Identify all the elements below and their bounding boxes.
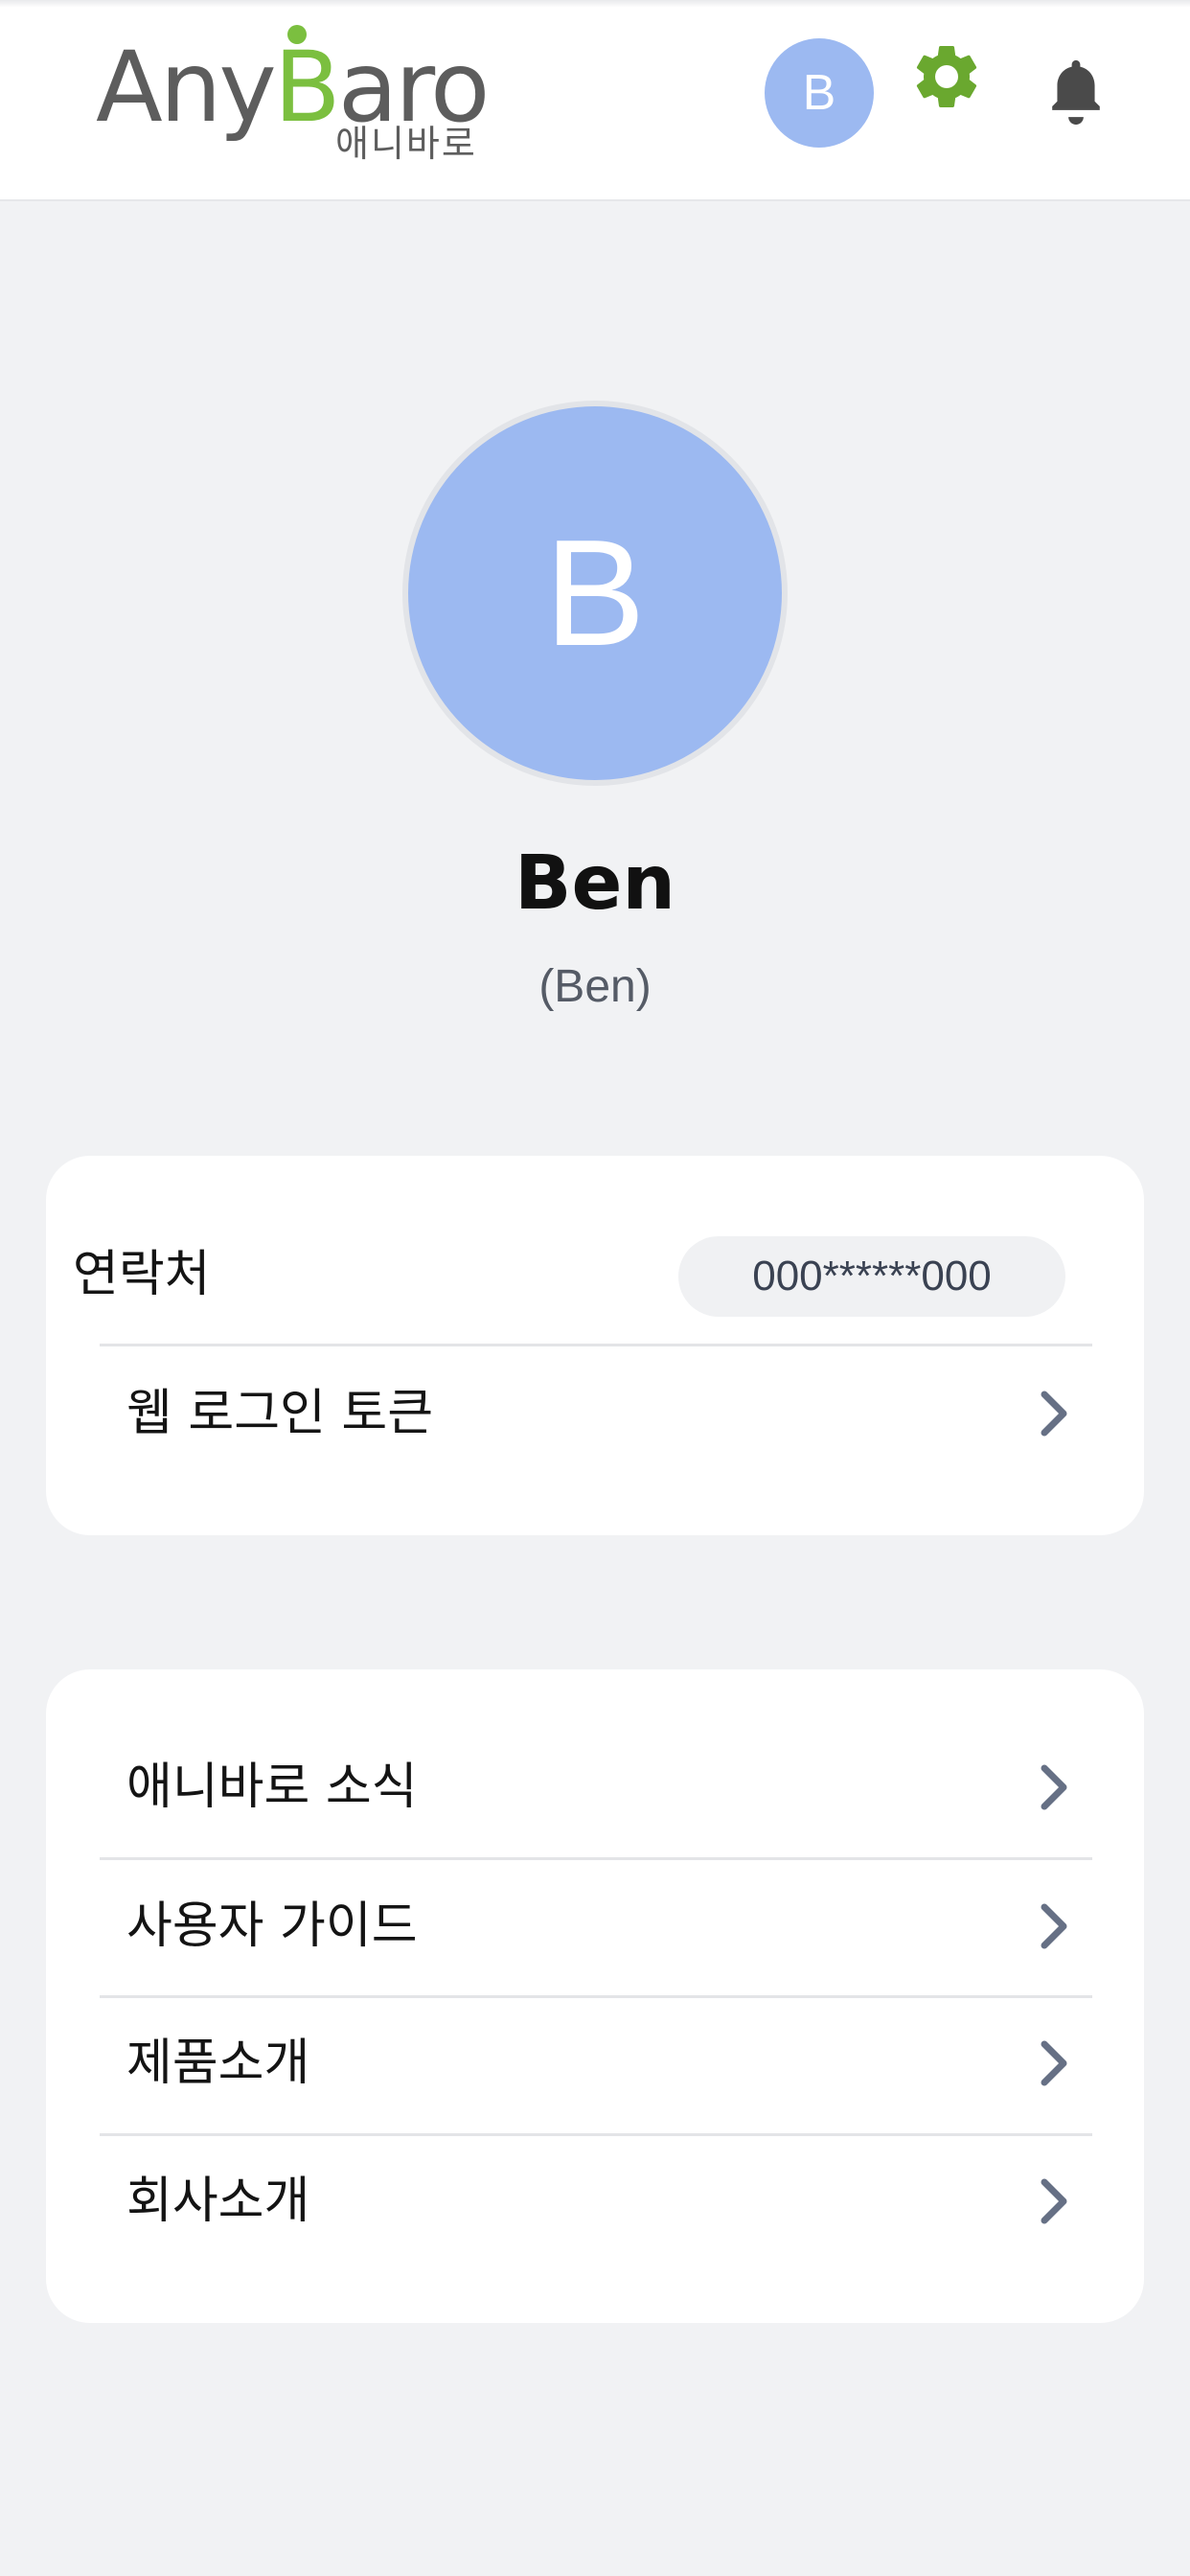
web-login-token-row[interactable]: 웹 로그인 토큰	[54, 1346, 1067, 1481]
gear-icon[interactable]	[908, 38, 985, 115]
chevron-right-icon	[1041, 1764, 1067, 1810]
header-avatar[interactable]: B	[765, 38, 874, 148]
logo-dot	[287, 25, 307, 44]
web-login-token-label: 웹 로그인 토큰	[126, 1385, 434, 1442]
profile-name: Ben	[515, 840, 675, 927]
list-item-company-intro[interactable]: 회사소개	[54, 2134, 1067, 2268]
contact-label: 연락처	[73, 1246, 211, 1303]
contact-value-badge: 000******000	[678, 1236, 1065, 1317]
anybaro-logo: AnyBaro 애니바로	[96, 21, 498, 165]
profile-subtitle: (Ben)	[538, 961, 652, 1012]
list-item-label: 회사소개	[126, 2173, 310, 2230]
bell-icon[interactable]	[1042, 54, 1110, 128]
profile-avatar[interactable]: B	[408, 406, 782, 780]
list-item-label: 애니바로 소식	[126, 1759, 418, 1816]
list-item-user-guide[interactable]: 사용자 가이드	[54, 1859, 1067, 1993]
chevron-right-icon	[1041, 1391, 1067, 1437]
list-item-label: 제품소개	[126, 2035, 310, 2092]
logo-korean-text: 애니바로	[335, 123, 477, 165]
list-item-label: 사용자 가이드	[126, 1898, 418, 1955]
chevron-right-icon	[1041, 1903, 1067, 1949]
list-item-product-intro[interactable]: 제품소개	[54, 1996, 1067, 2130]
chevron-right-icon	[1041, 2040, 1067, 2086]
chevron-right-icon	[1041, 2178, 1067, 2224]
list-item-anybaro-news[interactable]: 애니바로 소식	[54, 1720, 1067, 1854]
top-app-bar: AnyBaro 애니바로 B	[0, 0, 1190, 201]
